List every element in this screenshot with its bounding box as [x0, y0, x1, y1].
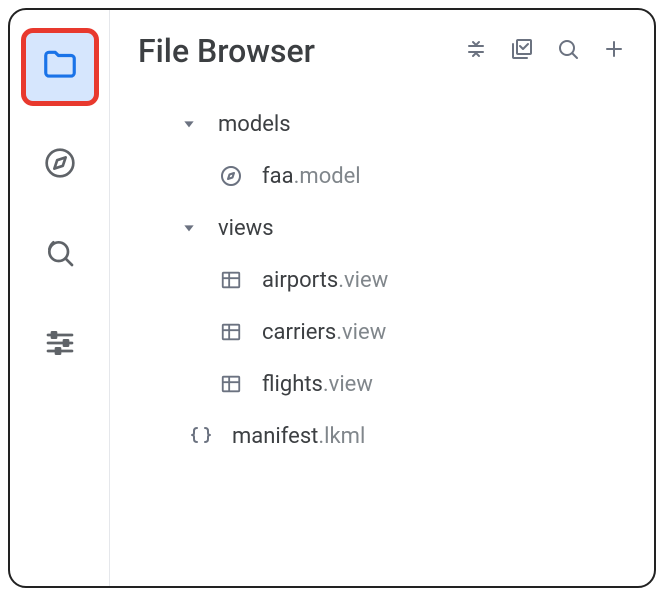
file-label: manifest.lkml: [232, 424, 365, 449]
tree-file-carriers-view[interactable]: carriers.view: [158, 306, 626, 358]
sidebar-settings[interactable]: [29, 314, 91, 376]
collapse-button[interactable]: [464, 37, 488, 65]
plus-icon: [602, 37, 626, 65]
file-label: faa.model: [262, 164, 361, 189]
tree-file-airports-view[interactable]: airports.view: [158, 254, 626, 306]
search-button[interactable]: [556, 37, 580, 65]
sliders-icon: [44, 327, 76, 363]
tree-file-faa-model[interactable]: faa.model: [158, 150, 626, 202]
left-sidebar: [10, 10, 110, 586]
file-browser-panel: File Browser: [8, 8, 656, 588]
sidebar-file-browser[interactable]: [21, 28, 99, 106]
history-search-icon: [44, 237, 76, 273]
bulk-select-button[interactable]: [510, 37, 534, 65]
file-label: airports.view: [262, 268, 388, 293]
compass-icon: [44, 147, 76, 183]
main-content: File Browser: [110, 10, 654, 586]
folder-icon: [41, 46, 79, 88]
tree-file-flights-view[interactable]: flights.view: [158, 358, 626, 410]
compass-icon: [218, 164, 244, 188]
chevron-down-icon: [178, 220, 200, 236]
folder-label: models: [218, 112, 291, 137]
braces-icon: [188, 424, 214, 448]
header-actions: [464, 37, 626, 65]
panel-title: File Browser: [138, 32, 315, 70]
search-icon: [556, 37, 580, 65]
add-button[interactable]: [602, 37, 626, 65]
tree-folder-views[interactable]: views: [158, 202, 626, 254]
table-icon: [218, 269, 244, 291]
sidebar-compass[interactable]: [29, 134, 91, 196]
file-label: flights.view: [262, 372, 373, 397]
collapse-icon: [464, 37, 488, 65]
folder-label: views: [218, 216, 274, 241]
chevron-down-icon: [178, 116, 200, 132]
checkbox-stack-icon: [510, 37, 534, 65]
tree-folder-models[interactable]: models: [158, 98, 626, 150]
tree-file-manifest-lkml[interactable]: manifest.lkml: [158, 410, 626, 462]
sidebar-history[interactable]: [29, 224, 91, 286]
table-icon: [218, 373, 244, 395]
file-tree: models faa.model views airports.view: [138, 98, 626, 462]
file-label: carriers.view: [262, 320, 386, 345]
table-icon: [218, 321, 244, 343]
panel-header: File Browser: [138, 32, 626, 70]
